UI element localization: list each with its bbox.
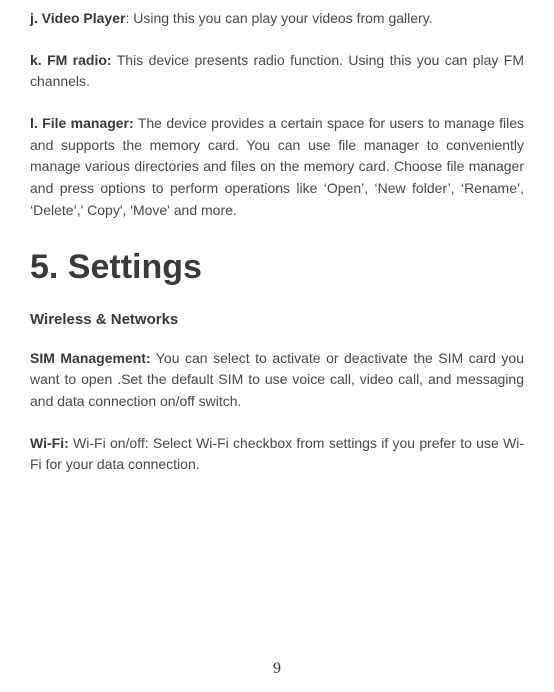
item-j-label: j. Video Player — [30, 10, 125, 26]
wifi: Wi-Fi: Wi-Fi on/off: Select Wi-Fi checkb… — [30, 433, 524, 476]
item-k-label: k. FM radio: — [30, 52, 112, 68]
item-l-label: l. File manager: — [30, 115, 134, 131]
sim-management-label: SIM Management: — [30, 350, 151, 366]
sim-management: SIM Management: You can select to activa… — [30, 348, 524, 413]
item-j: j. Video Player: Using this you can play… — [30, 8, 524, 30]
wifi-text: Wi-Fi on/off: Select Wi-Fi checkbox from… — [30, 435, 524, 473]
item-k: k. FM radio: This device presents radio … — [30, 50, 524, 93]
subsection-wireless-networks: Wireless & Networks — [30, 311, 524, 328]
section-heading-settings: 5. Settings — [30, 248, 524, 287]
wifi-label: Wi-Fi: — [30, 435, 69, 451]
page-number: 9 — [273, 660, 281, 678]
item-j-text: Using this you can play your videos from… — [133, 10, 432, 26]
item-l: l. File manager: The device provides a c… — [30, 113, 524, 221]
